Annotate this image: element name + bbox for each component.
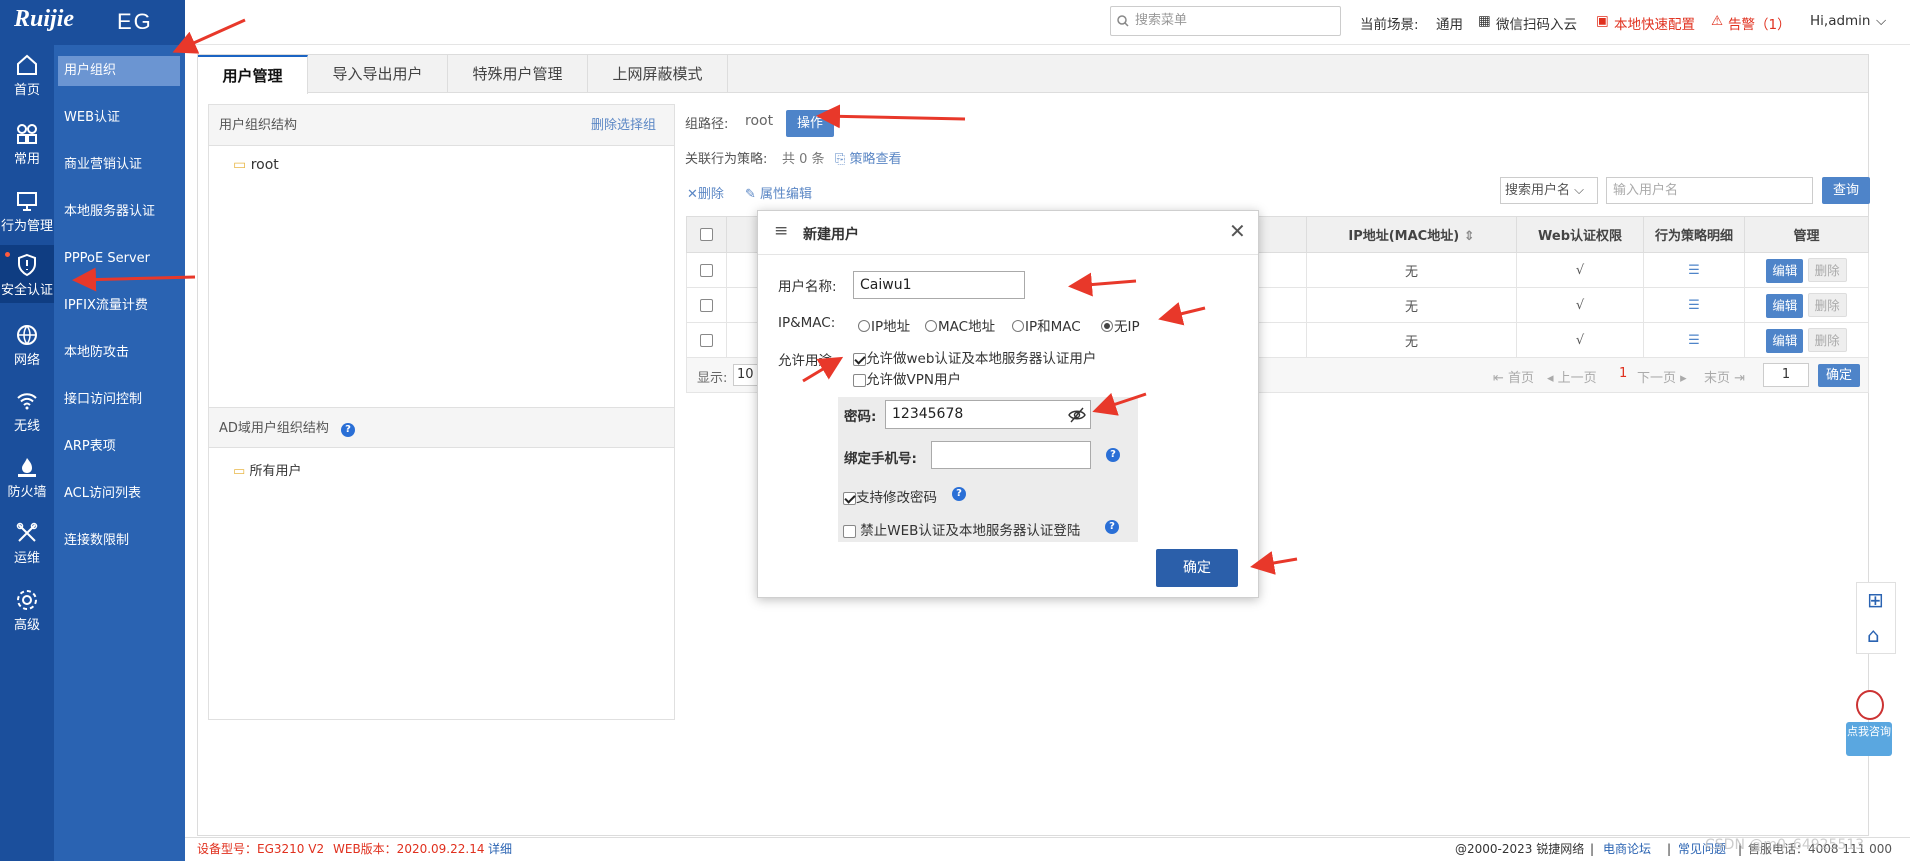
annotation-arrows [72, 18, 1298, 575]
annotation-arrow [72, 267, 196, 292]
annotation-arrow [1092, 392, 1147, 416]
annotation-arrow [1068, 272, 1137, 297]
annotation-arrow [1250, 551, 1298, 575]
annotation-arrow [802, 356, 844, 383]
annotation-arrow [172, 18, 246, 54]
annotation-arrow [1158, 302, 1206, 326]
annotation-arrow [816, 104, 966, 129]
